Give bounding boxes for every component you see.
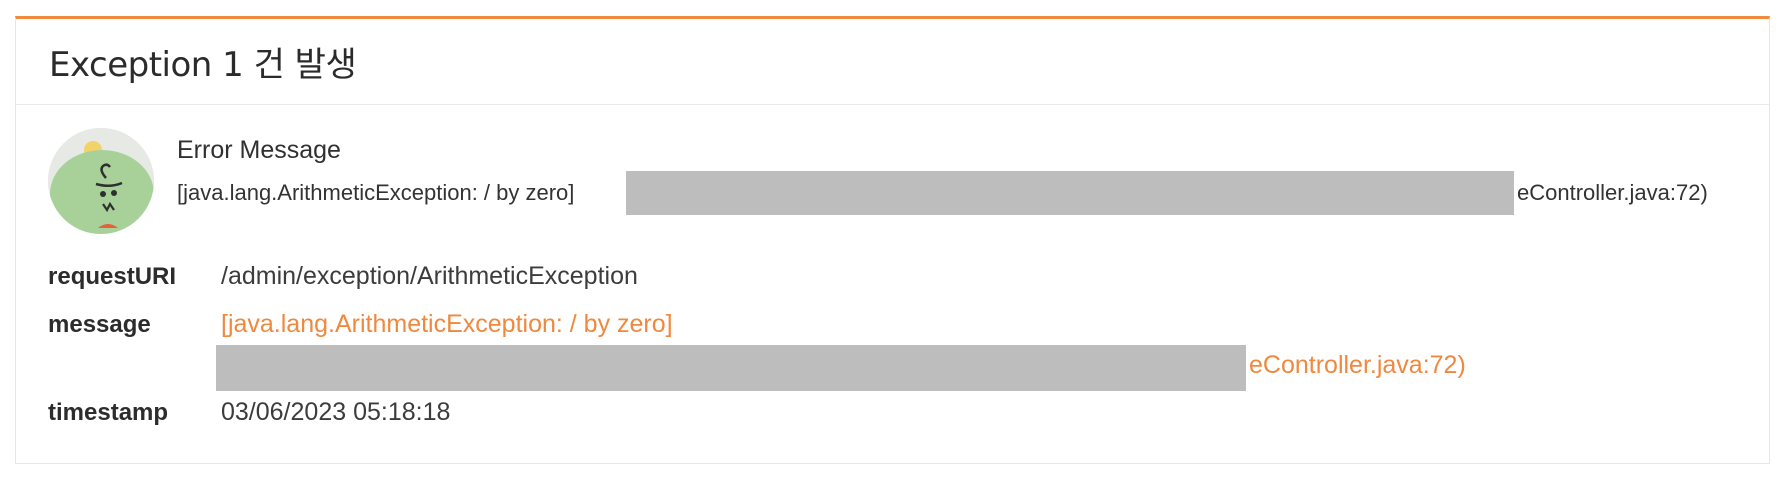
timestamp-label: timestamp — [48, 399, 169, 426]
message-value: [java.lang.ArithmeticException: / by zer… — [221, 310, 673, 338]
card-body: Error Message [java.lang.ArithmeticExcep… — [16, 105, 1769, 463]
page-title: Exception 1 건 발생 — [49, 45, 357, 85]
timestamp-value: 03/06/2023 05:18:18 — [221, 398, 451, 426]
message-label: message — [48, 311, 151, 338]
request-uri-value: /admin/exception/ArithmeticException — [221, 262, 638, 290]
exception-card: Exception 1 건 발생 Error Message [java.lan… — [15, 16, 1770, 464]
error-message-text: [java.lang.ArithmeticException: / by zer… — [177, 180, 575, 205]
redaction-block — [626, 171, 1514, 215]
avatar-character-icon — [48, 128, 154, 234]
request-uri-label: requestURI — [48, 263, 177, 290]
message-tail: eController.java:72) — [1249, 351, 1466, 379]
error-message-tail: eController.java:72) — [1517, 180, 1708, 205]
message-redaction-block — [216, 345, 1246, 391]
error-message-title: Error Message — [177, 136, 341, 164]
error-message-line: [java.lang.ArithmeticException: / by zer… — [177, 171, 1737, 215]
avatar — [48, 128, 154, 234]
card-header: Exception 1 건 발생 — [16, 19, 1769, 105]
